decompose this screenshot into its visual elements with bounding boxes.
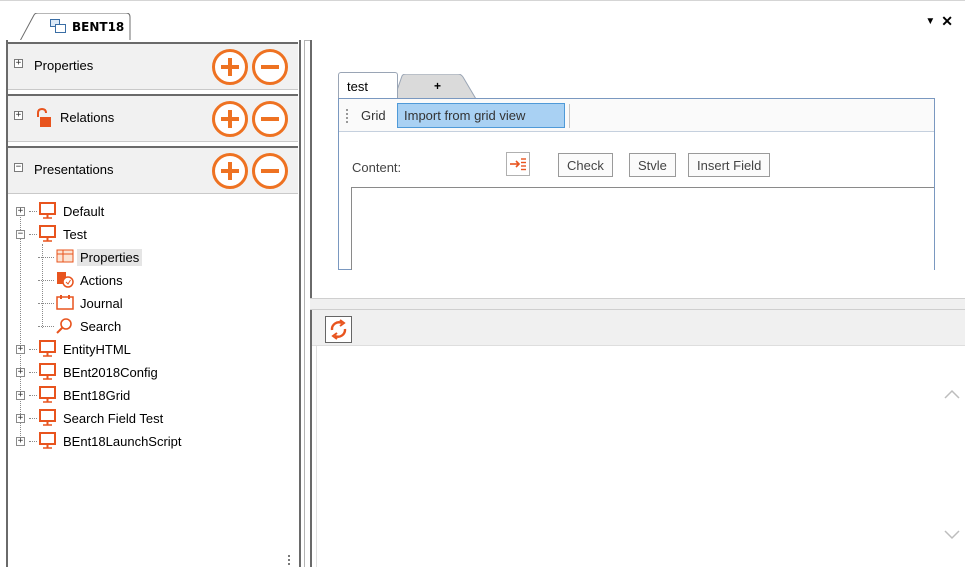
tree-item-label: Journal: [80, 296, 123, 311]
grid-toolbar: Grid Import from grid view: [339, 99, 934, 132]
tree-item-label: BEnt18LaunchScript: [63, 434, 182, 449]
refresh-icon[interactable]: [325, 316, 352, 343]
expand-icon[interactable]: +: [16, 207, 25, 216]
actions-icon: [56, 271, 74, 291]
insert-field-button[interactable]: Insert Field: [688, 153, 771, 177]
minus-circle-icon[interactable]: [252, 153, 288, 189]
expand-icon[interactable]: +: [14, 111, 23, 120]
windows-icon: [50, 19, 66, 36]
presentation-icon: [39, 224, 57, 245]
tree-item-label: BEnt2018Config: [63, 365, 158, 380]
toolbar-grip[interactable]: [346, 109, 348, 123]
collapse-icon[interactable]: −: [14, 163, 23, 172]
style-button[interactable]: Stvle: [629, 153, 676, 177]
expand-icon[interactable]: +: [16, 391, 25, 400]
presentation-icon: [39, 385, 57, 406]
expand-icon[interactable]: +: [16, 368, 25, 377]
content-editor[interactable]: [351, 187, 934, 270]
tree-item-entityhtml[interactable]: + EntityHTML: [16, 338, 296, 361]
tab-add-label: +: [434, 79, 442, 93]
content-label: Content:: [352, 160, 402, 175]
presentation-icon: [39, 362, 57, 383]
expand-icon[interactable]: +: [16, 345, 25, 354]
tree-item-label: BEnt18Grid: [63, 388, 131, 403]
presentation-icon: [39, 339, 57, 360]
minus-circle-icon[interactable]: [252, 101, 288, 137]
grid-label[interactable]: Grid: [361, 108, 386, 123]
import-from-grid-view-button[interactable]: Import from grid view: [397, 103, 565, 128]
collapse-icon[interactable]: −: [16, 230, 25, 239]
calendar-icon: [56, 294, 74, 313]
tab-test-label: test: [347, 79, 368, 94]
search-icon: [56, 317, 74, 337]
chevron-up-icon[interactable]: [944, 387, 960, 402]
tree-item-bent2018config[interactable]: + BEnt2018Config: [16, 361, 296, 384]
tree-item-properties[interactable]: Properties: [16, 246, 296, 269]
expand-icon[interactable]: +: [14, 59, 23, 68]
tree-item-test[interactable]: − Test: [16, 223, 296, 246]
tree-item-label: Search Field Test: [63, 411, 164, 426]
presentation-icon: [39, 201, 57, 222]
expand-icon[interactable]: +: [16, 437, 25, 446]
tree-item-label: Default: [63, 204, 105, 219]
unlock-icon: [34, 107, 52, 131]
tree-item-search-field-test[interactable]: + Search Field Test: [16, 407, 296, 430]
document-tab-strip: BENT18 ▼ ✕: [0, 0, 965, 41]
section-relations-label: Relations: [60, 110, 115, 125]
tree-item-bent18grid[interactable]: + BEnt18Grid: [16, 384, 296, 407]
section-presentations-label: Presentations: [34, 162, 114, 177]
section-properties[interactable]: + Properties: [8, 42, 298, 90]
plus-circle-icon[interactable]: [212, 49, 248, 85]
tree-item-label: Actions: [80, 273, 123, 288]
preview-toolbar: [312, 310, 965, 346]
preview-pane: [310, 310, 965, 567]
tree-item-default[interactable]: + Default: [16, 200, 296, 223]
resize-grip[interactable]: [288, 555, 292, 565]
pane-splitter[interactable]: [310, 298, 965, 310]
section-relations[interactable]: + Relations: [8, 94, 298, 142]
tree-item-label: Search: [80, 319, 122, 334]
chevron-down-icon[interactable]: [944, 528, 960, 543]
check-button[interactable]: Check: [558, 153, 613, 177]
presentations-tree: + Default − Test Properties Actions Jour…: [16, 200, 296, 453]
plus-circle-icon[interactable]: [212, 153, 248, 189]
section-presentations[interactable]: − Presentations: [8, 146, 298, 194]
tree-item-label: EntityHTML: [63, 342, 131, 357]
presentation-icon: [39, 408, 57, 429]
tree-item-label: Test: [63, 227, 87, 242]
grid-icon: [56, 249, 74, 266]
tree-item-actions[interactable]: Actions: [16, 269, 296, 292]
tab-test[interactable]: test: [338, 72, 398, 99]
presentation-icon: [39, 431, 57, 452]
minus-circle-icon[interactable]: [252, 49, 288, 85]
expand-icon[interactable]: +: [16, 414, 25, 423]
section-properties-label: Properties: [34, 58, 94, 73]
plus-circle-icon[interactable]: [212, 101, 248, 137]
tree-item-search[interactable]: Search: [16, 315, 296, 338]
document-tab-title: BENT18: [72, 20, 125, 34]
tree-item-bent18launchscript[interactable]: + BEnt18LaunchScript: [16, 430, 296, 453]
tree-item-label: Properties: [77, 249, 143, 266]
document-tab[interactable]: BENT18: [20, 13, 131, 41]
tree-item-journal[interactable]: Journal: [16, 292, 296, 315]
close-icon[interactable]: ✕: [941, 13, 953, 30]
arrow-into-lines-icon[interactable]: [506, 152, 530, 176]
triangle-down-icon[interactable]: ▼: [925, 16, 935, 27]
